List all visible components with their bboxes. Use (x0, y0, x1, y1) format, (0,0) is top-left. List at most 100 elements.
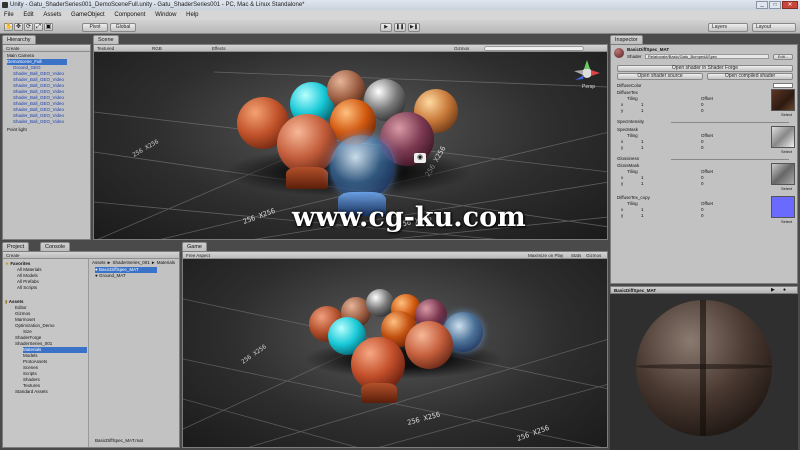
favorites-item[interactable]: All Scripts (17, 285, 37, 291)
tiling-x[interactable]: 1 (641, 102, 644, 107)
diffuse-texture-thumbnail[interactable] (771, 89, 795, 111)
hierarchy-toolbar: Create (3, 45, 90, 52)
maximize-button[interactable]: □ (769, 1, 781, 9)
shader-label: Shader (627, 54, 642, 59)
close-button[interactable]: ✕ (782, 1, 798, 9)
material-file-icon: ● (95, 267, 98, 272)
asset-file[interactable]: ● Ground_MAT (95, 273, 126, 279)
camera-gizmo-icon[interactable]: ◉ (414, 153, 426, 163)
stats-toggle[interactable]: Stats (571, 252, 581, 259)
glossiness-slider[interactable] (671, 159, 789, 160)
global-toggle[interactable]: Global (110, 23, 136, 32)
tiling-y[interactable]: 1 (641, 145, 644, 150)
tiling-y[interactable]: 1 (641, 181, 644, 186)
scene-search-field[interactable] (484, 46, 584, 51)
texture-select-button[interactable]: Select (781, 149, 792, 154)
tab-project[interactable]: Project (2, 242, 30, 251)
menu-gameobject[interactable]: GameObject (67, 10, 109, 20)
menu-assets[interactable]: Assets (39, 10, 65, 20)
material-preview[interactable] (610, 294, 798, 450)
rect-tool-button[interactable]: ▣ (44, 23, 53, 31)
tiling-x[interactable]: 1 (641, 207, 644, 212)
offset-label: Offset (701, 169, 713, 174)
hierarchy-item[interactable]: Shader_Ball_GEO_Video (13, 119, 64, 125)
scene-gizmos-dropdown[interactable]: Gizmos (454, 45, 469, 52)
layers-dropdown[interactable]: Layers (708, 23, 748, 32)
preview-sphere-icon[interactable]: ● (783, 287, 786, 293)
main-toolbar: ✋ ✥ ⟳ ⤢ ▣ Pivot Global ▶ ❚❚ ▶❚ Layers La… (0, 20, 800, 34)
menu-window[interactable]: Window (151, 10, 180, 20)
game-gizmos-dropdown[interactable]: Gizmos (586, 252, 601, 259)
offset-y[interactable]: 0 (701, 181, 704, 186)
diffuse-copy-thumbnail[interactable] (771, 196, 795, 218)
hierarchy-item[interactable]: Point light (7, 127, 27, 133)
window-titlebar: Unity - Gatu_ShaderSeries001_DemoSceneFu… (0, 0, 800, 10)
watermark-text: www.cg-ku.com (292, 202, 526, 233)
shader-ball[interactable] (277, 114, 337, 174)
spec-mask-thumbnail[interactable] (771, 126, 795, 148)
project-breadcrumb[interactable]: Assets ► ShaderSeries_001 ► Materials (92, 260, 175, 266)
pivot-toggle[interactable]: Pivot (82, 23, 108, 32)
game-toolbar: Free Aspect Maximize on Play Stats Gizmo… (183, 252, 607, 259)
shader-ball-glass[interactable] (330, 135, 394, 199)
gloss-mask-thumbnail[interactable] (771, 163, 795, 185)
open-compiled-shader-button[interactable]: Open compiled shader (707, 73, 793, 80)
offset-y[interactable]: 0 (701, 213, 704, 218)
step-button[interactable]: ▶❚ (408, 23, 420, 32)
tab-inspector[interactable]: Inspector (610, 35, 643, 44)
spec-intensity-slider[interactable] (671, 122, 789, 123)
preview-play-icon[interactable]: ▶ (771, 287, 775, 293)
layout-dropdown[interactable]: Layout (752, 23, 796, 32)
menu-edit[interactable]: Edit (19, 10, 37, 20)
folder-item[interactable]: Standard Assets (15, 389, 48, 395)
y-label: y (621, 213, 624, 218)
hand-tool-button[interactable]: ✋ (4, 23, 13, 31)
menu-file[interactable]: File (0, 10, 18, 20)
scale-tool-button[interactable]: ⤢ (34, 23, 43, 31)
offset-y[interactable]: 0 (701, 108, 704, 113)
open-shader-source-button[interactable]: Open shader source (617, 73, 703, 80)
tab-game[interactable]: Game (182, 242, 207, 251)
menu-component[interactable]: Component (110, 10, 149, 20)
texture-select-button[interactable]: Select (781, 186, 792, 191)
texture-select-button[interactable]: Select (781, 219, 792, 224)
tab-hierarchy[interactable]: Hierarchy (2, 35, 36, 44)
folder-item[interactable]: Optimization_Demo (15, 323, 55, 329)
offset-x[interactable]: 0 (701, 207, 704, 212)
offset-x[interactable]: 0 (701, 175, 704, 180)
tab-scene[interactable]: Scene (93, 35, 119, 44)
offset-x[interactable]: 0 (701, 102, 704, 107)
offset-y[interactable]: 0 (701, 145, 704, 150)
move-tool-button[interactable]: ✥ (14, 23, 23, 31)
tiling-x[interactable]: 1 (641, 175, 644, 180)
tiling-y[interactable]: 1 (641, 213, 644, 218)
play-button[interactable]: ▶ (380, 23, 392, 32)
shader-dropdown[interactable]: Relaborate/Basic/Gatu_Bumped&Spec (645, 54, 769, 59)
texture-select-button[interactable]: Select (781, 112, 792, 117)
x-label: x (621, 102, 624, 107)
rgb-dropdown[interactable]: RGB (152, 45, 162, 52)
hierarchy-create-button[interactable]: Create (6, 46, 20, 51)
material-file-icon: ● (95, 273, 98, 278)
offset-x[interactable]: 0 (701, 139, 704, 144)
tab-console[interactable]: Console (40, 242, 71, 251)
effects-dropdown[interactable]: Effects (212, 45, 226, 52)
x-label: x (621, 175, 624, 180)
open-shader-forge-button[interactable]: Open shader in Shader Forge (617, 65, 793, 72)
shader-ball (405, 321, 453, 369)
tiling-y[interactable]: 1 (641, 108, 644, 113)
shading-mode-dropdown[interactable]: Textured (97, 45, 114, 52)
diffuse-color-swatch[interactable] (773, 83, 793, 88)
prop-label: GlossMask (617, 163, 640, 168)
pause-button[interactable]: ❚❚ (394, 23, 406, 32)
maximize-on-play-toggle[interactable]: Maximize on Play (528, 252, 563, 259)
rotate-tool-button[interactable]: ⟳ (24, 23, 33, 31)
game-viewport[interactable]: 256 X256 256 X256 256 X256 (183, 259, 607, 447)
shader-edit-button[interactable]: Edit... (773, 54, 793, 60)
folder-icon: ▮ (5, 299, 8, 304)
project-create-button[interactable]: Create (6, 253, 20, 258)
menu-help[interactable]: Help (182, 10, 202, 20)
minimize-button[interactable]: _ (756, 1, 768, 9)
aspect-dropdown[interactable]: Free Aspect (186, 252, 210, 259)
tiling-x[interactable]: 1 (641, 139, 644, 144)
